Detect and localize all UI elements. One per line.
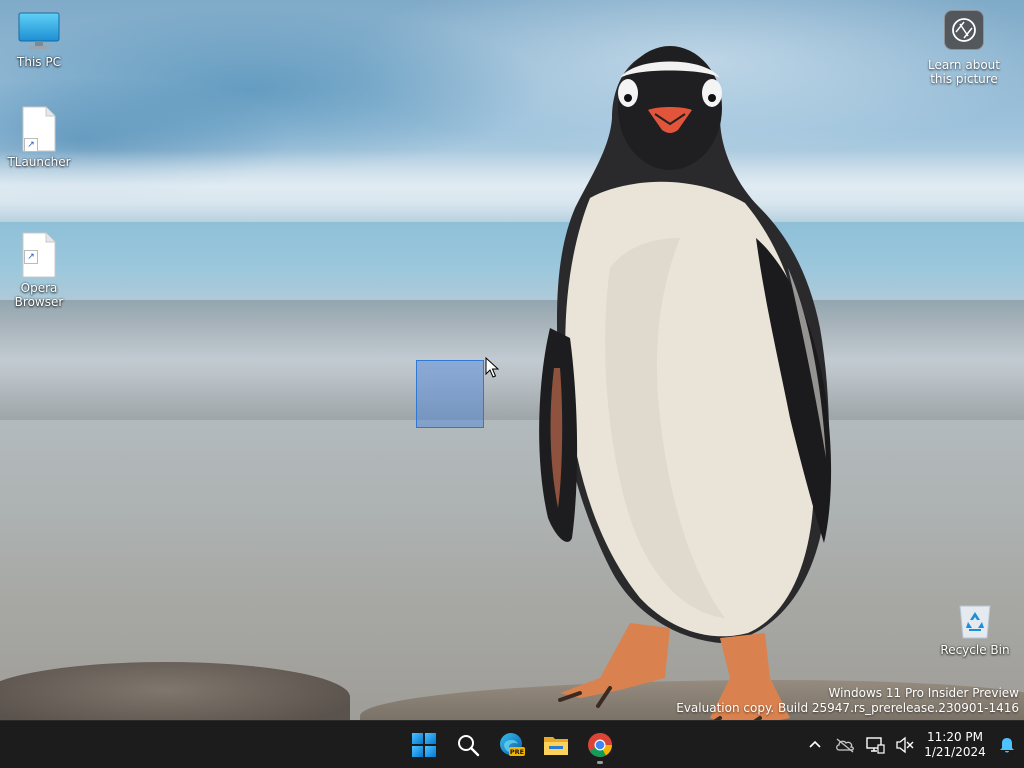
volume-muted-icon (896, 736, 914, 754)
start-button[interactable] (404, 725, 444, 765)
windows-logo-icon (412, 733, 436, 757)
watermark-line1: Windows 11 Pro Insider Preview (828, 686, 1019, 700)
camera-lens-icon (944, 10, 984, 50)
desktop-icon-tlauncher[interactable]: ↗ TLauncher (0, 106, 78, 169)
file-explorer-button[interactable] (536, 725, 576, 765)
monitor-icon (18, 12, 60, 49)
learn-about-label-line1: Learn about (928, 58, 1000, 72)
desktop-icon-label: Recycle Bin (940, 643, 1010, 657)
desktop-icon-label: This PC (17, 55, 61, 69)
chrome-icon (588, 733, 612, 757)
search-button[interactable] (448, 725, 488, 765)
bell-icon (1000, 738, 1014, 753)
clock-date: 1/21/2024 (924, 745, 986, 759)
recycle-bin-icon (959, 605, 991, 639)
learn-about-label-line2: this picture (930, 72, 998, 86)
shortcut-arrow-icon: ↗ (24, 250, 38, 264)
desktop-icon-recycle-bin[interactable]: Recycle Bin (936, 600, 1014, 657)
show-hidden-icons-button[interactable] (800, 725, 830, 765)
desktop-wallpaper (0, 0, 1024, 720)
chrome-button[interactable] (580, 725, 620, 765)
desktop-icon-this-pc[interactable]: This PC (0, 12, 78, 69)
windows-watermark: Windows 11 Pro Insider Preview Evaluatio… (676, 686, 1019, 716)
chevron-up-icon (809, 740, 821, 748)
system-tray: 11:20 PM 1/21/2024 (800, 721, 1024, 768)
notification-button[interactable] (990, 725, 1024, 765)
watermark-line2: Evaluation copy. Build 25947.rs_prerelea… (676, 701, 1019, 715)
taskbar-apps: PRE (404, 721, 620, 768)
shortcut-arrow-icon: ↗ (24, 138, 38, 152)
network-tray[interactable] (860, 725, 890, 765)
learn-about-this-picture[interactable]: Learn about this picture (918, 10, 1010, 86)
onedrive-tray[interactable] (830, 725, 860, 765)
penguin-image (539, 46, 832, 720)
search-icon (458, 735, 480, 757)
mouse-cursor-icon (485, 357, 499, 378)
desktop-icon-label: TLauncher (7, 155, 71, 169)
folder-icon (544, 737, 568, 755)
desktop-icon-label: Opera Browser (14, 281, 64, 309)
volume-tray[interactable] (890, 725, 920, 765)
running-indicator (597, 761, 603, 764)
taskbar: PRE 11:20 PM 1/21/2024 (0, 720, 1024, 768)
drag-selection-rectangle (416, 360, 484, 428)
edge-button[interactable]: PRE (492, 725, 532, 765)
taskbar-clock[interactable]: 11:20 PM 1/21/2024 (920, 730, 990, 760)
network-icon (866, 737, 885, 754)
edge-pre-badge: PRE (510, 748, 524, 756)
edge-pre-icon: PRE (500, 733, 525, 756)
onedrive-icon (836, 738, 854, 753)
desktop-icon-opera-browser[interactable]: ↗ Opera Browser (0, 204, 78, 309)
clock-time: 11:20 PM (927, 730, 983, 744)
